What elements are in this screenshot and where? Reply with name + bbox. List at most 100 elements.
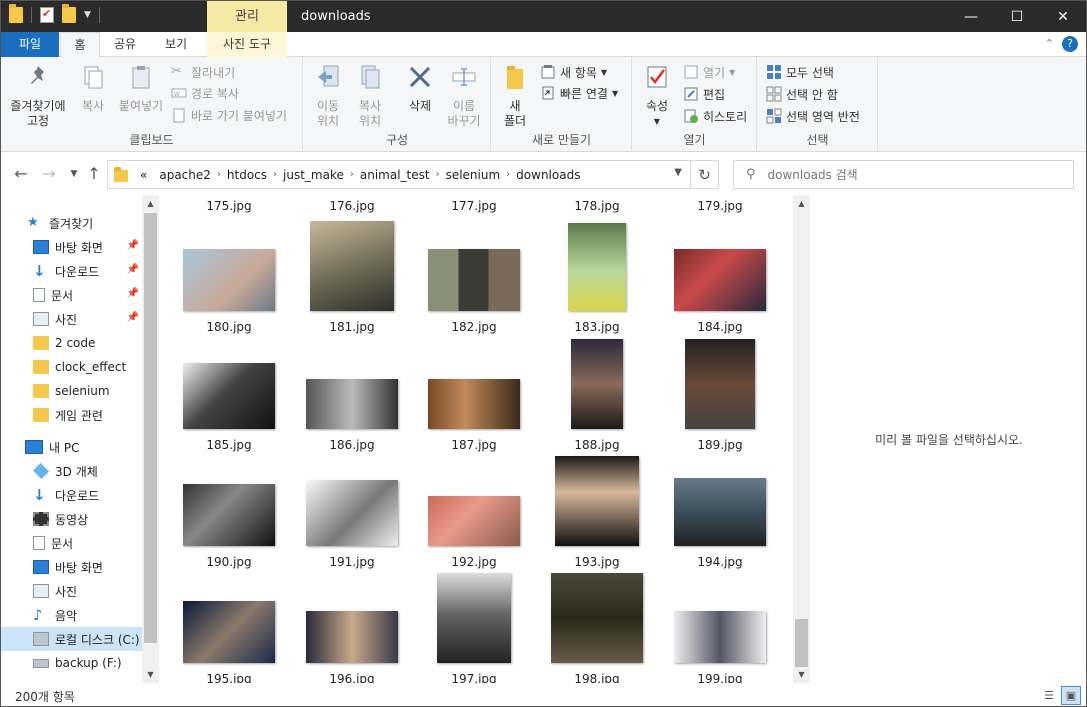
- file-item[interactable]: 181.jpg: [294, 217, 410, 334]
- invert-selection-button[interactable]: 선택 영역 반전: [766, 106, 860, 126]
- file-item[interactable]: 188.jpg: [539, 335, 655, 452]
- copy-path-button[interactable]: W 경로 복사: [171, 83, 239, 103]
- file-label[interactable]: 197.jpg: [416, 672, 532, 683]
- file-item[interactable]: 192.jpg: [416, 452, 532, 569]
- thumbnail-image[interactable]: [685, 339, 755, 429]
- file-item[interactable]: 183.jpg: [539, 217, 655, 334]
- file-label[interactable]: 199.jpg: [662, 672, 778, 683]
- minimize-button[interactable]: —: [948, 1, 994, 32]
- search-box[interactable]: ⚲ downloads 검색: [733, 160, 1074, 189]
- file-label[interactable]: 177.jpg: [416, 199, 532, 213]
- nav-qa-pictures[interactable]: 사진 📌: [33, 307, 141, 331]
- folder-icon[interactable]: [9, 4, 23, 23]
- thumbnail-image[interactable]: [568, 223, 626, 311]
- file-label[interactable]: 175.jpg: [171, 199, 287, 213]
- pin-quick-access-button[interactable]: 즐겨찾기에 고정: [7, 63, 69, 129]
- thumbnail-image[interactable]: [306, 611, 398, 663]
- file-item[interactable]: 198.jpg: [539, 569, 655, 683]
- forward-button[interactable]: →: [38, 163, 60, 185]
- up-button[interactable]: ↑: [83, 163, 105, 185]
- file-item[interactable]: 186.jpg: [294, 335, 410, 452]
- pin-icon[interactable]: 📌: [127, 288, 139, 299]
- file-item[interactable]: 189.jpg: [662, 335, 778, 452]
- file-item[interactable]: 197.jpg: [416, 569, 532, 683]
- nav-qa-documents[interactable]: 문서 📌: [33, 283, 141, 307]
- thumbnail-image[interactable]: [183, 484, 275, 546]
- chevron-down-icon[interactable]: ▼: [674, 167, 682, 178]
- details-view-button[interactable]: ☰: [1039, 686, 1059, 705]
- nav-pc-3d-objects[interactable]: 3D 개체: [33, 459, 159, 483]
- thumbnail-image[interactable]: [428, 249, 520, 311]
- thumbnail-image[interactable]: [551, 573, 643, 663]
- breadcrumb-htdocs[interactable]: htdocs: [221, 168, 273, 182]
- file-item[interactable]: 187.jpg: [416, 335, 532, 452]
- breadcrumb-overflow[interactable]: «: [134, 168, 153, 182]
- scroll-up-icon[interactable]: ▲: [793, 195, 810, 212]
- file-label[interactable]: 194.jpg: [662, 555, 778, 569]
- new-folder-icon[interactable]: [62, 4, 76, 23]
- file-label[interactable]: 186.jpg: [294, 438, 410, 452]
- tab-view[interactable]: 보기: [156, 32, 196, 57]
- new-item-button[interactable]: 새 항목 ▼: [540, 62, 607, 82]
- refresh-button[interactable]: ↻: [691, 160, 719, 189]
- file-label[interactable]: 190.jpg: [171, 555, 287, 569]
- file-label[interactable]: 195.jpg: [171, 672, 287, 683]
- file-label[interactable]: 180.jpg: [171, 320, 287, 334]
- nav-pc-desktop[interactable]: 바탕 화면: [33, 555, 159, 579]
- nav-pc-backup-f[interactable]: backup (F:): [33, 651, 159, 675]
- file-label[interactable]: 185.jpg: [171, 438, 287, 452]
- move-to-button[interactable]: 이동 위치: [310, 63, 346, 129]
- nav-pc-pictures[interactable]: 사진: [33, 579, 159, 603]
- nav-qa-selenium[interactable]: selenium: [33, 379, 159, 403]
- scroll-down-icon[interactable]: ▼: [142, 666, 159, 683]
- back-button[interactable]: ←: [10, 163, 32, 185]
- paste-shortcut-button[interactable]: 바로 가기 붙여넣기: [171, 105, 287, 125]
- large-icons-view-button[interactable]: ▣: [1061, 686, 1081, 705]
- content-scrollbar[interactable]: ▲ ▼: [793, 195, 810, 683]
- breadcrumb-just-make[interactable]: just_make: [277, 168, 350, 182]
- easy-access-button[interactable]: 빠른 연결 ▼: [540, 83, 618, 103]
- pin-icon[interactable]: 📌: [127, 312, 139, 323]
- close-button[interactable]: ✕: [1040, 1, 1086, 32]
- properties-icon[interactable]: [40, 7, 54, 23]
- cut-button[interactable]: ✂ 잘라내기: [171, 62, 235, 82]
- file-label[interactable]: 182.jpg: [416, 320, 532, 334]
- thumbnail-image[interactable]: [183, 601, 275, 663]
- thumbnail-image[interactable]: [306, 480, 398, 546]
- file-label[interactable]: 196.jpg: [294, 672, 410, 683]
- open-button[interactable]: 열기 ▼: [683, 62, 735, 82]
- nav-pane-scrollbar[interactable]: ▲ ▼: [142, 195, 159, 683]
- select-all-button[interactable]: 모두 선택: [766, 62, 834, 82]
- tab-home[interactable]: 홈: [60, 32, 100, 58]
- file-item[interactable]: 182.jpg: [416, 217, 532, 334]
- breadcrumb-apache2[interactable]: apache2: [153, 168, 217, 182]
- file-item[interactable]: 191.jpg: [294, 452, 410, 569]
- file-item[interactable]: 184.jpg: [662, 217, 778, 334]
- nav-pc-documents[interactable]: 문서: [33, 531, 159, 555]
- thumbnail-image[interactable]: [428, 496, 520, 546]
- file-label[interactable]: 184.jpg: [662, 320, 778, 334]
- thumbnail-image[interactable]: [437, 573, 511, 663]
- customize-dropdown-icon[interactable]: ▼: [84, 10, 91, 20]
- nav-qa-clock-effect[interactable]: clock_effect: [33, 355, 159, 379]
- tab-share[interactable]: 공유: [105, 32, 145, 57]
- file-label[interactable]: 176.jpg: [294, 199, 410, 213]
- nav-pc-downloads[interactable]: ↓ 다운로드: [33, 483, 159, 507]
- file-label[interactable]: 188.jpg: [539, 438, 655, 452]
- properties-button[interactable]: 속성 ▼: [639, 63, 675, 129]
- help-icon[interactable]: ?: [1062, 36, 1078, 52]
- context-tab-manage[interactable]: 관리: [207, 1, 287, 32]
- file-item[interactable]: 199.jpg: [662, 569, 778, 683]
- file-label[interactable]: 183.jpg: [539, 320, 655, 334]
- thumbnail-image[interactable]: [183, 249, 275, 311]
- breadcrumb-selenium[interactable]: selenium: [440, 168, 507, 182]
- tab-picture-tools[interactable]: 사진 도구: [207, 32, 287, 57]
- thumbnail-image[interactable]: [428, 379, 520, 429]
- thumbnail-image[interactable]: [310, 221, 394, 311]
- file-item[interactable]: 185.jpg: [171, 335, 287, 452]
- nav-qa-game[interactable]: 게임 관련: [33, 403, 159, 427]
- nav-qa-2-code[interactable]: 2 code: [33, 331, 159, 355]
- pin-icon[interactable]: 📌: [127, 264, 139, 275]
- copy-to-button[interactable]: 복사 위치: [352, 63, 388, 129]
- file-label[interactable]: 187.jpg: [416, 438, 532, 452]
